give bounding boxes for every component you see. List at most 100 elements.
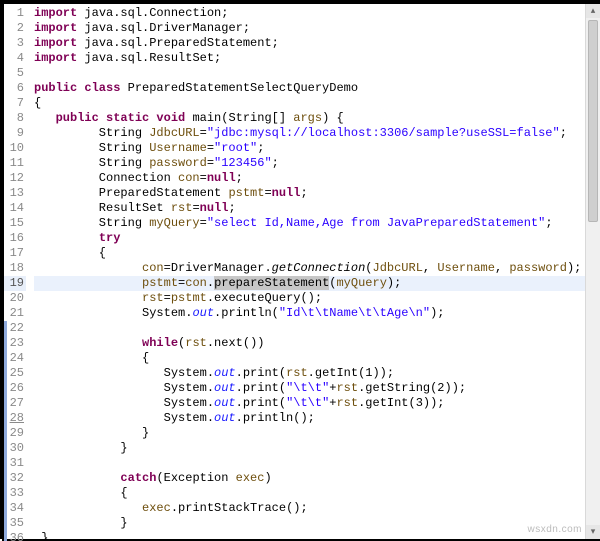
scroll-down-arrow[interactable]: ▾: [586, 525, 600, 539]
line-number: 31: [4, 456, 26, 471]
vertical-scrollbar[interactable]: ▴ ▾: [585, 4, 600, 539]
line-number: 30: [4, 441, 26, 456]
code-line[interactable]: String myQuery="select Id,Name,Age from …: [34, 216, 600, 231]
token: getConnection: [272, 261, 366, 275]
token: java.sql.PreparedStatement;: [84, 36, 278, 50]
code-line[interactable]: }: [34, 516, 600, 531]
token: ;: [236, 171, 243, 185]
token: ;: [545, 216, 552, 230]
token: exec: [236, 471, 265, 485]
token: pstmt: [171, 291, 207, 305]
token: System.: [34, 381, 214, 395]
token: import: [34, 21, 84, 35]
change-marker: [4, 321, 7, 541]
token: public static void: [56, 111, 193, 125]
token: exec: [142, 501, 171, 515]
code-line[interactable]: System.out.print(rst.getInt(1));: [34, 366, 600, 381]
code-line[interactable]: public static void main(String[] args) {: [34, 111, 600, 126]
token: =: [207, 141, 214, 155]
line-number: 13: [4, 186, 26, 201]
line-number: 20: [4, 291, 26, 306]
code-line[interactable]: public class PreparedStatementSelectQuer…: [34, 81, 600, 96]
code-line[interactable]: import java.sql.ResultSet;: [34, 51, 600, 66]
line-number: 22: [4, 321, 26, 336]
token: PreparedStatementSelectQueryDemo: [128, 81, 358, 95]
watermark-text: wsxdn.com: [527, 522, 582, 537]
token: pstmt: [228, 186, 264, 200]
token: {: [34, 351, 149, 365]
line-number: 24: [4, 351, 26, 366]
token: =: [192, 201, 199, 215]
token: (Exception: [156, 471, 235, 485]
token: "root": [214, 141, 257, 155]
token: .printStackTrace();: [171, 501, 308, 515]
code-line[interactable]: import java.sql.PreparedStatement;: [34, 36, 600, 51]
code-line[interactable]: {: [34, 246, 600, 261]
code-line[interactable]: [34, 66, 600, 81]
token: rst: [336, 396, 358, 410]
token: .print(: [236, 381, 286, 395]
code-line[interactable]: String JdbcURL="jdbc:mysql://localhost:3…: [34, 126, 600, 141]
line-number: 29: [4, 426, 26, 441]
token: PreparedStatement: [34, 186, 228, 200]
scroll-up-arrow[interactable]: ▴: [586, 4, 600, 18]
code-line[interactable]: {: [34, 351, 600, 366]
code-line[interactable]: System.out.println();: [34, 411, 600, 426]
code-line[interactable]: while(rst.next()): [34, 336, 600, 351]
code-line[interactable]: exec.printStackTrace();: [34, 501, 600, 516]
line-number: 2: [4, 21, 26, 36]
token: args: [293, 111, 322, 125]
code-area[interactable]: import java.sql.Connection;import java.s…: [30, 4, 600, 539]
code-line[interactable]: con=DriverManager.getConnection(JdbcURL,…: [34, 261, 600, 276]
token: Username: [437, 261, 495, 275]
code-line[interactable]: System.out.print("\t\t"+rst.getInt(3));: [34, 396, 600, 411]
code-line[interactable]: String Username="root";: [34, 141, 600, 156]
code-line[interactable]: System.out.println("Id\t\tName\t\tAge\n"…: [34, 306, 600, 321]
token: con: [142, 261, 164, 275]
code-line[interactable]: }: [34, 531, 600, 539]
code-line[interactable]: Connection con=null;: [34, 171, 600, 186]
code-line[interactable]: pstmt=con.prepareStatement(myQuery);: [34, 276, 600, 291]
token: try: [99, 231, 121, 245]
code-line[interactable]: ResultSet rst=null;: [34, 201, 600, 216]
code-line[interactable]: import java.sql.Connection;: [34, 6, 600, 21]
token: .getInt(1));: [308, 366, 394, 380]
token: rst: [171, 201, 193, 215]
token: "Id\t\tName\t\tAge\n": [279, 306, 430, 320]
token: Username: [149, 141, 207, 155]
token: String: [34, 156, 149, 170]
line-number: 27: [4, 396, 26, 411]
code-line[interactable]: [34, 456, 600, 471]
code-line[interactable]: {: [34, 486, 600, 501]
code-line[interactable]: }: [34, 441, 600, 456]
token: );: [430, 306, 444, 320]
line-number: 32: [4, 471, 26, 486]
code-line[interactable]: PreparedStatement pstmt=null;: [34, 186, 600, 201]
token: .getInt(3));: [358, 396, 444, 410]
line-number: 6: [4, 81, 26, 96]
scrollbar-thumb[interactable]: [588, 20, 598, 222]
token: {: [34, 246, 106, 260]
token: con: [185, 276, 207, 290]
token: {: [34, 96, 41, 110]
token: =DriverManager.: [164, 261, 272, 275]
token: System.: [34, 396, 214, 410]
token: .print(: [236, 396, 286, 410]
token: Connection: [34, 171, 178, 185]
token: catch: [120, 471, 156, 485]
code-line[interactable]: {: [34, 96, 600, 111]
token: =: [200, 171, 207, 185]
line-number-gutter: 1234567891011121314151617181920212223242…: [4, 4, 30, 539]
code-line[interactable]: try: [34, 231, 600, 246]
code-line[interactable]: String password="123456";: [34, 156, 600, 171]
code-line[interactable]: [34, 321, 600, 336]
code-line[interactable]: catch(Exception exec): [34, 471, 600, 486]
token: =: [200, 216, 207, 230]
line-number: 9: [4, 126, 26, 141]
code-line[interactable]: import java.sql.DriverManager;: [34, 21, 600, 36]
code-line[interactable]: rst=pstmt.executeQuery();: [34, 291, 600, 306]
code-editor[interactable]: 1234567891011121314151617181920212223242…: [4, 4, 600, 539]
code-line[interactable]: System.out.print("\t\t"+rst.getString(2)…: [34, 381, 600, 396]
code-line[interactable]: }: [34, 426, 600, 441]
token: myQuery: [336, 276, 386, 290]
